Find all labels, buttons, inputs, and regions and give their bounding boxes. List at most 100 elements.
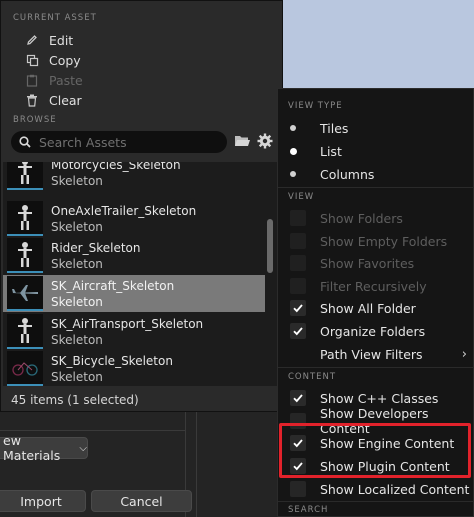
copy-menu-item[interactable]: Copy — [25, 51, 81, 69]
clear-label: Clear — [49, 92, 82, 108]
option-label: Show Folders — [320, 210, 403, 226]
asset-name: SK_Aircraft_Skeleton — [51, 278, 175, 293]
edit-menu-item[interactable]: Edit — [25, 31, 73, 49]
asset-name: OneAxleTrailer_Skeleton — [51, 203, 197, 218]
radio-dot-icon — [290, 171, 296, 177]
cancel-label: Cancel — [120, 493, 163, 509]
asset-name: Rider_Skeleton — [51, 240, 141, 255]
view-materials-label: ew Materials — [3, 433, 61, 463]
import-button[interactable]: Import — [0, 490, 86, 512]
current-asset-section-label: CURRENT ASSET — [13, 13, 97, 23]
menu-divider — [278, 367, 474, 368]
asset-type: Skeleton — [51, 219, 103, 234]
menu-divider — [278, 501, 474, 502]
highlight-box — [279, 423, 471, 478]
asset-row-oneaxletrailer-skeleton[interactable]: OneAxleTrailer_Skeleton Skeleton — [3, 200, 265, 237]
browse-section-label: BROWSE — [13, 115, 57, 125]
view-materials-dropdown[interactable]: ew Materials ⌵ — [0, 433, 88, 463]
checkbox-icon — [290, 255, 306, 271]
panel-divider — [0, 430, 185, 431]
show-all-folder-option[interactable]: Show All Folder — [278, 297, 474, 319]
show-folders-option[interactable]: Show Folders — [278, 207, 474, 229]
checkbox-checked-icon — [290, 390, 306, 406]
search-input[interactable] — [39, 134, 219, 150]
skeleton-icon — [7, 314, 43, 349]
view-section-label: VIEW — [288, 192, 315, 202]
asset-row-sk-aircraft-skeleton[interactable]: SK_Aircraft_Skeleton Skeleton — [3, 275, 265, 312]
view-type-label: Columns — [320, 166, 375, 182]
cancel-button[interactable]: Cancel — [91, 490, 192, 512]
chevron-right-icon: › — [461, 346, 467, 362]
skeleton-icon — [7, 162, 43, 190]
asset-type: Skeleton — [51, 294, 103, 309]
menu-divider — [278, 187, 474, 188]
asset-type: Skeleton — [51, 332, 103, 347]
submenu-label: Path View Filters — [320, 346, 423, 362]
organize-folders-option[interactable]: Organize Folders — [278, 320, 474, 342]
paste-menu-item[interactable]: Paste — [25, 71, 83, 89]
paste-icon — [25, 73, 39, 87]
option-label: Show All Folder — [320, 300, 416, 316]
asset-row-rider-skeleton[interactable]: Rider_Skeleton Skeleton — [3, 237, 265, 274]
content-section-label: CONTENT — [288, 372, 337, 382]
option-label: Show C++ Classes — [320, 390, 439, 406]
asset-name: SK_AirTransport_Skeleton — [51, 316, 204, 331]
asset-row-sk-bicycle-skeleton[interactable]: SK_Bicycle_Skeleton Skeleton — [3, 350, 265, 386]
aircraft-icon — [7, 276, 43, 311]
edit-label: Edit — [49, 32, 74, 48]
paste-label: Paste — [49, 72, 83, 88]
option-label: Show Empty Folders — [320, 233, 448, 249]
radio-dot-selected-icon — [290, 147, 297, 155]
asset-picker-panel: CURRENT ASSET Edit Copy Paste Clear BROW… — [0, 0, 283, 412]
filter-recursively-option[interactable]: Filter Recursively — [278, 275, 474, 297]
viewport-background — [283, 0, 474, 90]
skeleton-icon — [7, 238, 43, 273]
asset-type: Skeleton — [51, 173, 103, 188]
panel-divider — [196, 412, 197, 517]
view-type-tiles[interactable]: Tiles — [278, 117, 474, 139]
asset-type: Skeleton — [51, 256, 103, 271]
option-label: Filter Recursively — [320, 278, 427, 294]
asset-count-status: 45 items (1 selected) — [11, 393, 139, 407]
copy-icon — [25, 53, 39, 67]
radio-dot-icon — [290, 125, 296, 131]
folder-icon[interactable] — [234, 133, 252, 149]
option-label: Show Favorites — [320, 255, 415, 271]
skeleton-icon — [7, 201, 43, 236]
view-type-label: Tiles — [320, 120, 349, 136]
view-type-section-label: VIEW TYPE — [288, 101, 343, 111]
view-type-list[interactable]: List — [278, 140, 474, 162]
pencil-icon — [25, 33, 39, 47]
checkbox-checked-icon — [290, 323, 306, 339]
show-empty-folders-option[interactable]: Show Empty Folders — [278, 230, 474, 252]
search-icon — [19, 133, 31, 152]
path-view-filters-submenu[interactable]: Path View Filters › — [278, 343, 474, 365]
bicycle-icon — [7, 351, 43, 386]
asset-row-motorcycles-skeleton[interactable]: Motorcycles_Skeleton Skeleton — [3, 162, 265, 191]
import-label: Import — [20, 493, 62, 509]
checkbox-checked-icon — [290, 300, 306, 316]
search-box[interactable] — [11, 131, 227, 153]
gear-icon[interactable] — [256, 132, 274, 150]
asset-list[interactable]: Motorcycles_Skeleton Skeleton OneAxleTra… — [3, 162, 281, 386]
checkbox-icon — [290, 278, 306, 294]
option-label: Organize Folders — [320, 323, 426, 339]
checkbox-icon — [290, 210, 306, 226]
copy-label: Copy — [49, 52, 81, 68]
checkbox-icon — [290, 481, 306, 497]
asset-name: SK_Bicycle_Skeleton — [51, 353, 173, 368]
view-type-label: List — [320, 143, 342, 159]
asset-type: Skeleton — [51, 369, 103, 384]
checkbox-icon — [290, 233, 306, 249]
asset-name: Motorcycles_Skeleton — [51, 162, 181, 172]
asset-list-scrollbar[interactable] — [267, 219, 273, 273]
option-label: Show Localized Content — [320, 481, 470, 497]
chevron-down-icon: ⌵ — [79, 442, 87, 454]
show-localized-content-option[interactable]: Show Localized Content — [278, 478, 474, 500]
asset-row-sk-airtransport-skeleton[interactable]: SK_AirTransport_Skeleton Skeleton — [3, 313, 265, 350]
search-section-label: SEARCH — [288, 505, 329, 515]
show-favorites-option[interactable]: Show Favorites — [278, 252, 474, 274]
clear-menu-item[interactable]: Clear — [25, 91, 82, 109]
trash-icon — [25, 93, 39, 107]
view-type-columns[interactable]: Columns — [278, 163, 474, 185]
